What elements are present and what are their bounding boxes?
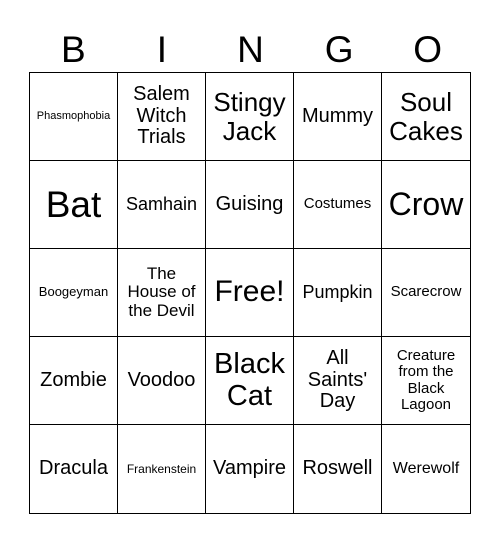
bingo-cell-label: Black Cat [214,348,285,412]
bingo-cell[interactable]: Dracula [30,425,118,513]
bingo-cell[interactable]: Guising [206,161,294,249]
bingo-cell-label: Samhain [125,193,198,214]
bingo-grid: Phasmophobia Salem Witch Trials Stingy Jac… [29,72,471,514]
bingo-cell[interactable]: Zombie [30,337,118,425]
bingo-cell-label: Bat [45,183,102,225]
header-letter-n: N [237,29,264,70]
bingo-cell[interactable]: Costumes [294,161,382,249]
bingo-cell[interactable]: Roswell [294,425,382,513]
bingo-cell-label: Voodoo [127,368,196,391]
header-letter-o: O [413,29,443,70]
bingo-cell[interactable]: Stingy Jack [206,73,294,161]
bingo-cell-label: Scarecrow [390,283,462,301]
bingo-cell-label: The House of the Devil [127,263,196,320]
bingo-cell[interactable]: Werewolf [382,425,470,513]
bingo-cell-label: Soul Cakes [389,87,463,146]
bingo-cell[interactable]: Black Cat [206,337,294,425]
bingo-cell-label: Creature from the Black Lagoon [396,347,456,413]
bingo-cell-label: Frankenstein [126,461,197,476]
bingo-cell-label: Phasmophobia [36,109,111,122]
bingo-cell[interactable]: Boogeyman [30,249,118,337]
bingo-cell[interactable]: All Saints' Day [294,337,382,425]
bingo-cell-label: Vampire [213,457,286,480]
bingo-cell[interactable]: Creature from the Black Lagoon [382,337,470,425]
bingo-cell[interactable]: Frankenstein [118,425,206,513]
bingo-cell[interactable]: Soul Cakes [382,73,470,161]
bingo-cell-label: Costumes [303,195,372,213]
bingo-cell[interactable]: Crow [382,161,470,249]
bingo-header: B I N G O [29,28,472,72]
bingo-cell-label: All Saints' Day [307,347,368,413]
header-letter-g: G [324,29,354,70]
bingo-cell-label: Zombie [40,368,107,391]
bingo-cell[interactable]: Vampire [206,425,294,513]
bingo-cell[interactable]: Phasmophobia [30,73,118,161]
bingo-cell-label: Werewolf [392,460,460,478]
bingo-cell[interactable]: Bat [30,161,118,249]
bingo-cell[interactable]: Scarecrow [382,249,470,337]
bingo-cell[interactable]: Salem Witch Trials [118,73,206,161]
bingo-cell-label: Boogeyman [38,284,109,300]
bingo-cell[interactable]: Pumpkin [294,249,382,337]
bingo-cell-label: Dracula [39,457,108,480]
header-letter-i: I [156,29,168,70]
bingo-cell-label: Crow [388,186,464,223]
bingo-cell[interactable]: Mummy [294,73,382,161]
bingo-cell[interactable]: The House of the Devil [118,249,206,337]
bingo-cell-label: Stingy Jack [213,87,286,146]
bingo-cell-label: Roswell [302,457,373,480]
bingo-cell-label: Salem Witch Trials [133,83,190,149]
bingo-cell[interactable]: Free! [206,249,294,337]
bingo-cell[interactable]: Voodoo [118,337,206,425]
bingo-cell[interactable]: Samhain [118,161,206,249]
bingo-cell-label: Guising [215,192,284,215]
header-letter-b: B [60,29,86,70]
bingo-cell-label: Mummy [301,104,374,127]
bingo-cell-label: Pumpkin [302,281,373,302]
bingo-cell-label: Free! [214,275,285,309]
